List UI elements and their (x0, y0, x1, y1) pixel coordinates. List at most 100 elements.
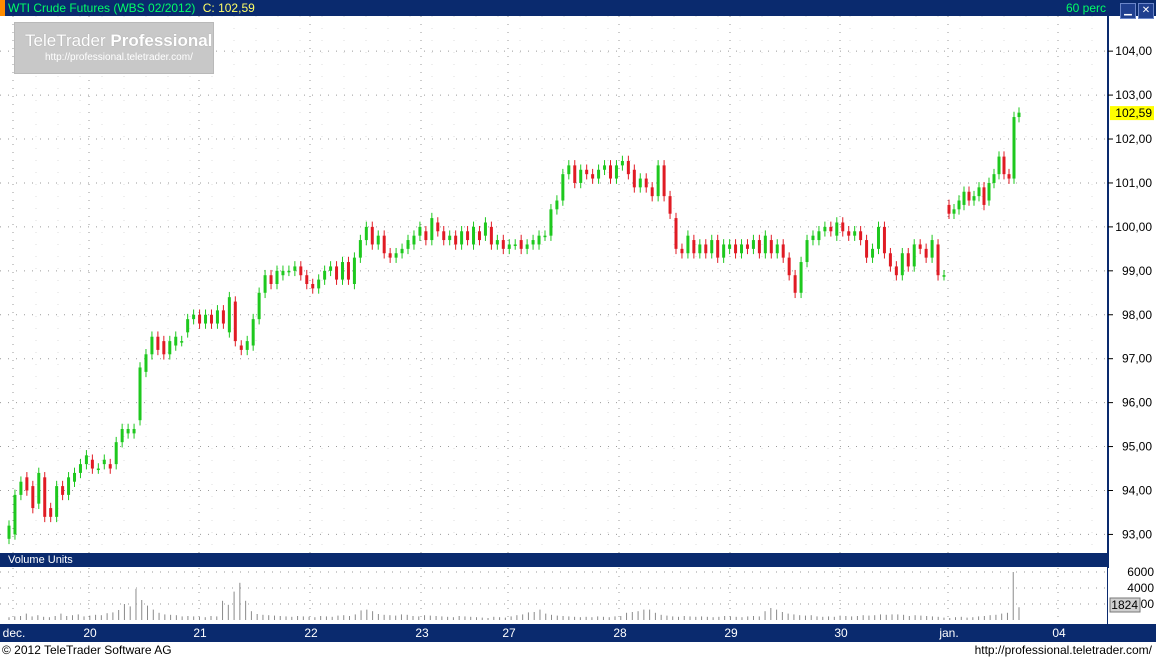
candle-body (84, 455, 88, 465)
candle-body (787, 257, 791, 276)
candle-body (162, 341, 166, 355)
candle-body (835, 222, 839, 236)
price-tick-label: 93,00 (1122, 527, 1152, 541)
candle-body (704, 244, 708, 254)
candle-body (269, 275, 273, 284)
candle-body (644, 178, 648, 188)
candle-body (156, 336, 160, 350)
price-axis: 93,00 94,00 95,00 96,00 97,00 98,00 99,00 100,0… (1107, 16, 1156, 624)
candle-body (245, 341, 249, 350)
candle-body (299, 266, 303, 276)
candle-body (19, 481, 23, 495)
candle-body (55, 486, 59, 517)
footer-url[interactable]: http://professional.teletrader.com/ (975, 642, 1152, 659)
teletrader-watermark: TeleTrader Professional http://professio… (14, 22, 214, 74)
candle-body (477, 231, 481, 241)
candle-body (763, 235, 767, 254)
candle-body (341, 262, 345, 280)
candle-body (1002, 156, 1006, 175)
candle-body (900, 253, 904, 276)
instrument-name: WTI Crude Futures (WBS 02/2012) (8, 1, 196, 15)
candle-body (751, 240, 755, 249)
candle-body (335, 266, 339, 280)
candle-body (370, 226, 374, 245)
price-tick-label: 100,00 (1115, 220, 1152, 234)
candle-body (871, 248, 875, 258)
candle-body (710, 240, 714, 254)
candle-body (769, 240, 773, 254)
brand-url: http://professional.teletrader.com/ (45, 52, 193, 63)
candle-body (876, 226, 880, 249)
candle-body (597, 169, 601, 179)
candle-body (859, 231, 863, 241)
candle-body (591, 174, 595, 179)
candle-body (1007, 174, 1011, 179)
time-tick-label: 30 (834, 626, 848, 640)
volume-title: Volume Units (8, 554, 73, 566)
copyright: © 2012 TeleTrader Software AG (2, 643, 172, 657)
candle-body (400, 248, 404, 254)
candle-body (126, 428, 130, 434)
volume-tick-label: 4000 (1127, 581, 1154, 595)
candle-body (329, 266, 333, 271)
candle-body (977, 187, 981, 197)
candle-body (865, 240, 869, 258)
candle-body (853, 231, 857, 236)
candle-body (841, 222, 845, 232)
candle-body (740, 244, 744, 254)
close-icon[interactable]: ✕ (1138, 3, 1154, 19)
candle-body (656, 165, 660, 197)
candle-body (686, 235, 690, 254)
candle-body (7, 525, 11, 539)
footer: © 2012 TeleTrader Software AG http://pro… (0, 642, 1156, 659)
candle-body (603, 165, 607, 170)
candle-body (722, 244, 726, 258)
candle-body (573, 165, 577, 183)
price-tick-label: 97,00 (1122, 352, 1152, 366)
price-tick-label: 98,00 (1122, 308, 1152, 322)
candle-body (460, 231, 464, 245)
candle-body (745, 244, 749, 249)
candle-body (823, 226, 827, 232)
candle-body (894, 266, 898, 276)
candle-body (525, 244, 529, 249)
time-tick-label: 23 (415, 626, 429, 640)
candle-body (811, 235, 815, 241)
candle-body (662, 165, 666, 197)
candle-body (114, 442, 118, 465)
candle-body (168, 341, 172, 355)
candle-body (472, 226, 476, 245)
period-label[interactable]: 60 perc (1066, 0, 1106, 16)
candle-body (692, 240, 696, 254)
volume-axis: 6000400020001824 (1108, 565, 1156, 624)
time-tick-label: jan. (938, 626, 958, 640)
volume-tick-label: 6000 (1127, 565, 1154, 579)
candle-body (31, 486, 35, 509)
candle-body (638, 178, 642, 188)
candle-body (513, 244, 517, 246)
candle-body (430, 218, 434, 241)
candle-body (567, 165, 571, 175)
candle-body (251, 319, 255, 346)
candle-body (585, 169, 589, 175)
candle-body (716, 240, 720, 258)
candle-body (793, 275, 797, 293)
candle-body (519, 240, 523, 249)
candle-body (650, 187, 654, 197)
candle-body (78, 464, 82, 473)
candle-body (43, 477, 47, 517)
candle-body (1012, 117, 1016, 179)
minimize-icon[interactable]: ▁ (1120, 3, 1136, 19)
candle-body (805, 240, 809, 263)
time-axis-labels: dec. 20 21 22 23 27 28 29 30 jan. 04 (3, 626, 1066, 640)
candle-body (982, 187, 986, 205)
price-tick-label: 95,00 (1122, 440, 1152, 454)
time-tick-label: 21 (193, 626, 207, 640)
candle-body (698, 244, 702, 254)
brand-name: TeleTrader Professional (25, 31, 212, 51)
price-tick-label: 104,00 (1115, 44, 1152, 58)
candle-body (614, 165, 618, 179)
candle-body (436, 222, 440, 232)
header-marker (0, 0, 5, 16)
volume-series (8, 572, 1020, 620)
